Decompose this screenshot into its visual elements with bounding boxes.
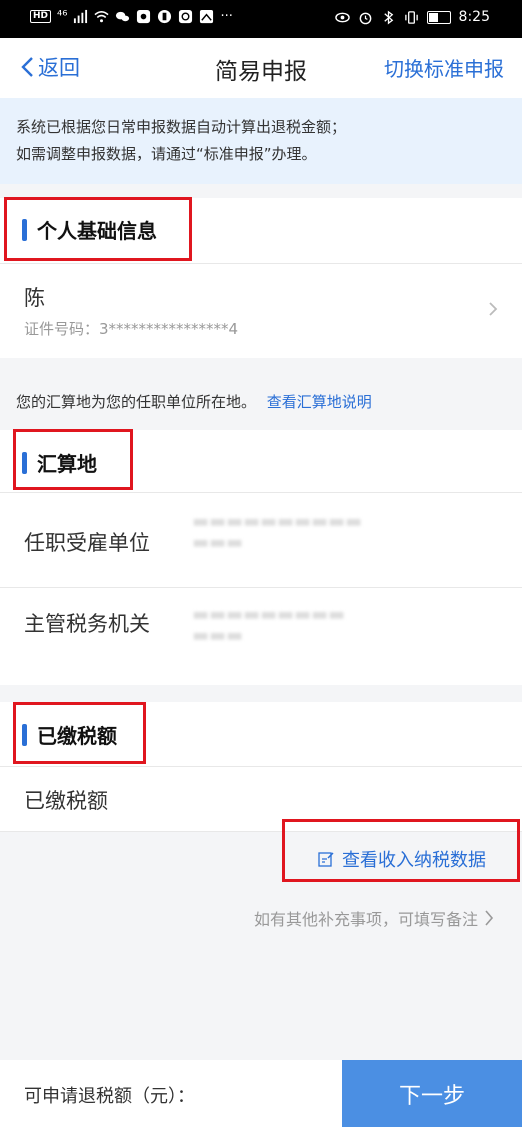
tax-office-value-redacted: ▬▬▬▬▬▬▬▬▬ ▬▬▬ [192,604,346,646]
personal-section-header: 个人基础信息 [22,215,157,244]
bluetooth-icon [383,10,393,24]
employer-value-redacted: ▬▬▬▬▬▬▬▬▬▬ ▬▬▬ [192,511,363,553]
app-icon-2 [158,9,172,24]
banner-line-1: 系统已根据您日常申报数据自动计算出退税金额； [16,118,347,136]
app-icon-1 [137,9,151,24]
location-note-text: 您的汇算地为您的任职单位所在地。 [16,393,257,411]
remarks-text: 如有其他补充事项，可填写备注 [253,910,478,929]
chevron-right-icon [489,302,498,316]
switch-standard-button[interactable]: 切换标准申报 [384,53,504,82]
info-banner: 系统已根据您日常申报数据自动计算出退税金额； 如需调整申报数据，请通过“标准申报… [0,98,522,184]
signal-bars-icon [74,9,88,24]
signal-icon: ⁴⁶ [57,9,68,24]
banner-line-2: 如需调整申报数据，请通过“标准申报”办理。 [16,145,317,163]
status-right-icons: 8:25 [334,9,490,25]
edit-note-icon [318,852,334,867]
nav-bar: 返回 简易申报 切换标准申报 [0,38,522,98]
status-time: 8:25 [458,9,490,25]
view-location-link[interactable]: 查看汇算地说明 [267,393,372,411]
app-icon-4 [200,9,214,24]
status-bar: HD ⁴⁶ ··· 8:25 [0,0,522,38]
paid-tax-section-title: 已缴税额 [37,724,117,748]
section-bar-mark [22,218,27,241]
app-icon-3 [179,9,193,24]
status-left-icons: HD ⁴⁶ ··· [30,9,233,24]
location-note: 您的汇算地为您的任职单位所在地。 查看汇算地说明 [16,391,372,412]
employer-row: 任职受雇单位 ▬▬▬▬▬▬▬▬▬▬ ▬▬▬ [0,493,522,587]
personal-section-title: 个人基础信息 [37,219,157,243]
add-remarks-link[interactable]: 如有其他补充事项，可填写备注 [254,906,494,930]
refund-label: 可申请退税额（元）： [24,1086,195,1107]
alarm-icon [359,12,371,24]
divider [0,766,522,767]
employer-label: 任职受雇单位 [24,531,150,555]
taxpayer-name: 陈 [24,286,45,310]
section-bar-mark [22,451,27,474]
paid-tax-section-header: 已缴税额 [22,720,117,749]
battery-icon [426,10,451,24]
chevron-right-icon [485,910,494,926]
view-income-tax-data-label: 查看收入纳税数据 [342,850,486,871]
banner-text: 系统已根据您日常申报数据自动计算出退税金额； 如需调整申报数据，请通过“标准申报… [16,114,506,168]
hd-badge: HD [30,10,52,23]
wifi-icon [94,11,110,23]
settlement-section-header: 汇算地 [22,448,97,477]
id-number: 证件号码：3****************4 [24,320,239,338]
more-notifications-icon: ··· [220,9,233,24]
eye-icon [334,12,350,22]
wechat-icon [116,11,130,22]
tax-office-label: 主管税务机关 [24,612,150,636]
settlement-section-title: 汇算地 [37,452,97,476]
personal-info-row[interactable]: 陈 证件号码：3****************4 [0,264,522,358]
next-step-button[interactable]: 下一步 [342,1060,522,1127]
tax-office-row: 主管税务机关 ▬▬▬▬▬▬▬▬▬ ▬▬▬ [0,588,522,684]
refund-amount-bar: 可申请退税额（元）： [0,1060,342,1127]
section-bar-mark [22,723,27,746]
vibrate-icon [404,10,418,24]
paid-tax-row-label: 已缴税额 [24,789,108,813]
view-income-tax-data-button[interactable]: 查看收入纳税数据 [318,846,486,872]
